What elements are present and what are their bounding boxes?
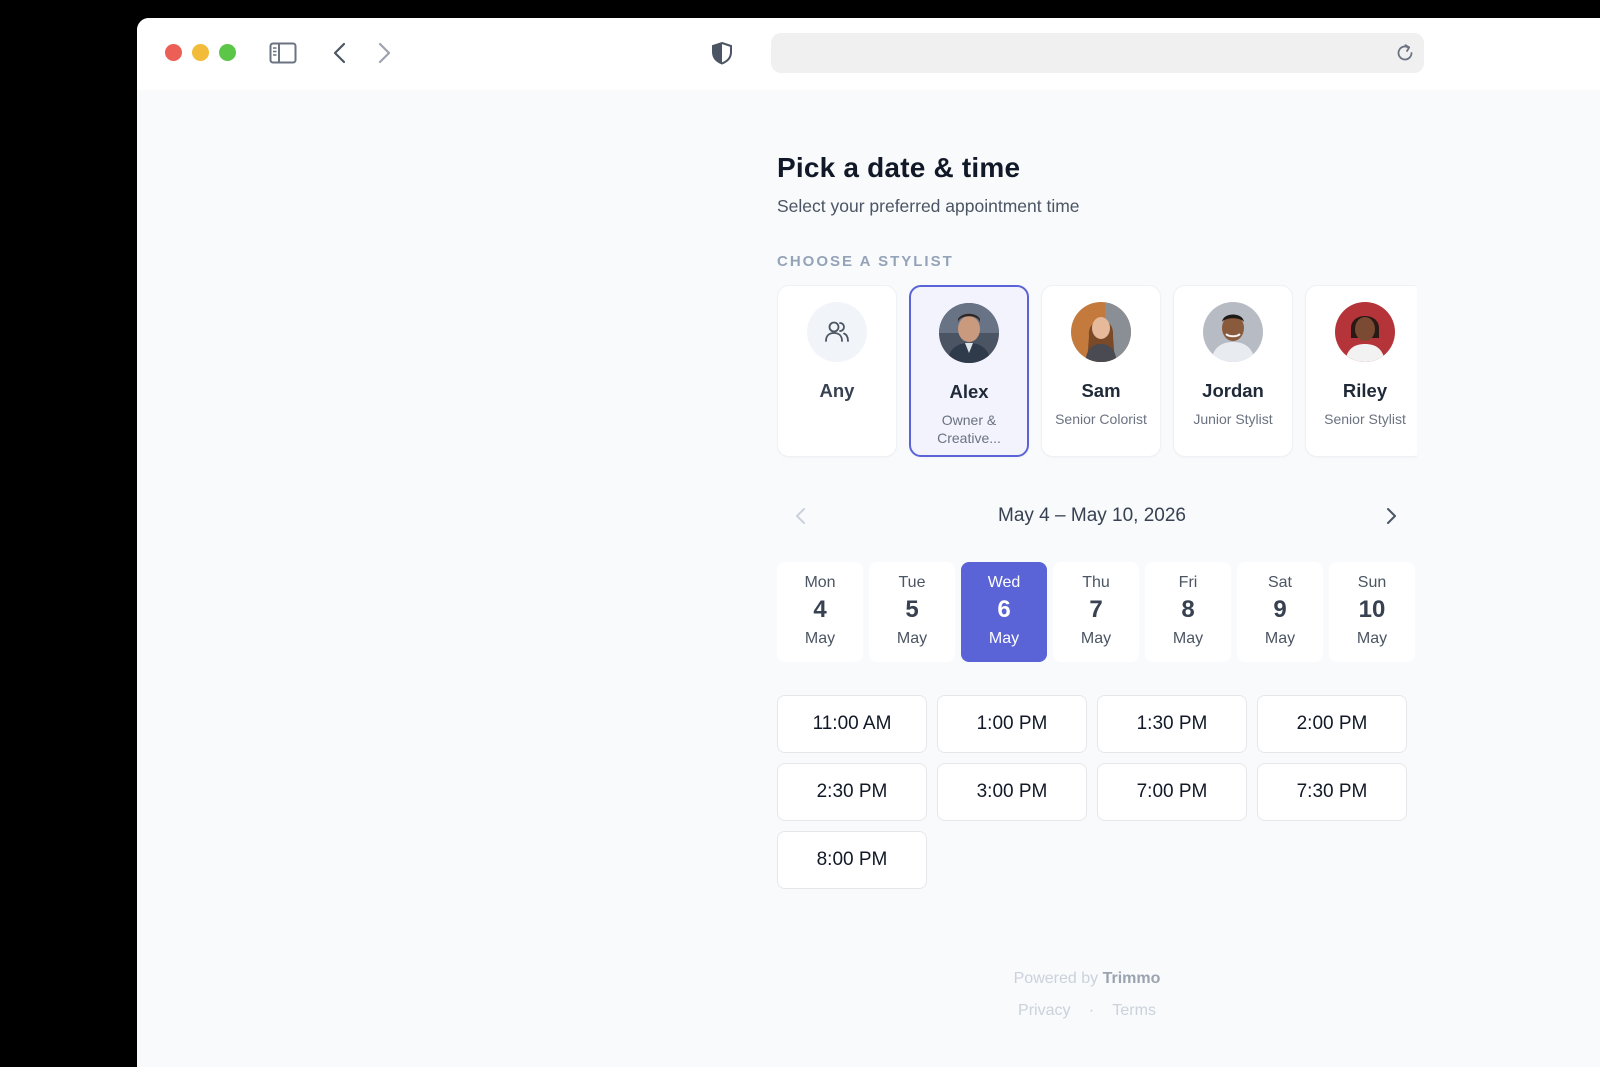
- day-month: May: [988, 630, 1020, 647]
- close-window-button[interactable]: [165, 44, 182, 61]
- day-month: May: [1264, 630, 1296, 647]
- time-slot-button[interactable]: 3:00 PM: [937, 763, 1087, 821]
- stylist-card-any[interactable]: Any: [777, 285, 897, 457]
- minimize-window-button[interactable]: [192, 44, 209, 61]
- booking-page: Pick a date & time Select your preferred…: [137, 90, 1600, 1067]
- day-month: May: [1172, 630, 1204, 647]
- browser-window: Pick a date & time Select your preferred…: [137, 18, 1600, 1067]
- stylist-name: Alex: [949, 381, 989, 402]
- stylist-list: Any Alex Owner & Creative... Sam Senior …: [777, 285, 1417, 461]
- stylist-name: Jordan: [1202, 380, 1264, 401]
- day-month: May: [1356, 630, 1388, 647]
- time-slot-button[interactable]: 2:30 PM: [777, 763, 927, 821]
- day-thu[interactable]: Thu 7 May: [1053, 562, 1139, 662]
- footer-links: Privacy · Terms: [137, 1002, 1600, 1020]
- users-icon: [807, 302, 867, 362]
- stylist-name: Any: [819, 380, 855, 401]
- avatar: [1203, 302, 1263, 362]
- maximize-window-button[interactable]: [219, 44, 236, 61]
- page-subtitle: Select your preferred appointment time: [777, 196, 1080, 216]
- privacy-link[interactable]: Privacy: [1018, 1002, 1070, 1019]
- stylist-role: Senior Colorist: [1055, 411, 1147, 427]
- reload-icon[interactable]: [1394, 42, 1416, 64]
- shield-icon[interactable]: [707, 38, 737, 68]
- day-sun[interactable]: Sun 10 May: [1329, 562, 1415, 662]
- day-sat[interactable]: Sat 9 May: [1237, 562, 1323, 662]
- stylist-card-alex[interactable]: Alex Owner & Creative...: [909, 285, 1029, 457]
- day-number: 6: [997, 596, 1011, 623]
- day-name: Sat: [1267, 574, 1292, 591]
- day-number: 7: [1089, 596, 1103, 623]
- time-slot-button[interactable]: 8:00 PM: [777, 831, 927, 889]
- time-slot-button[interactable]: 11:00 AM: [777, 695, 927, 753]
- day-wed[interactable]: Wed 6 May: [961, 562, 1047, 662]
- address-bar[interactable]: [771, 33, 1424, 73]
- time-slot-button[interactable]: 1:00 PM: [937, 695, 1087, 753]
- week-range-label: May 4 – May 10, 2026: [998, 505, 1186, 526]
- time-slot-button[interactable]: 7:00 PM: [1097, 763, 1247, 821]
- time-slot-grid: 11:00 AM 1:00 PM 1:30 PM 2:00 PM 2:30 PM…: [777, 695, 1407, 889]
- sidebar-icon[interactable]: [268, 38, 298, 68]
- footer-separator: ·: [1088, 1002, 1095, 1019]
- avatar: [1071, 302, 1131, 362]
- day-month: May: [1080, 630, 1112, 647]
- stylist-card-riley[interactable]: Riley Senior Stylist: [1305, 285, 1417, 457]
- stylist-section-label: CHOOSE A STYLIST: [777, 253, 954, 270]
- stylist-card-jordan[interactable]: Jordan Junior Stylist: [1173, 285, 1293, 457]
- day-number: 9: [1273, 596, 1287, 623]
- page-title: Pick a date & time: [777, 152, 1021, 183]
- avatar: [1335, 302, 1395, 362]
- day-name: Tue: [898, 574, 926, 591]
- day-name: Fri: [1178, 574, 1198, 591]
- day-name: Thu: [1082, 574, 1110, 591]
- day-picker: Mon 4 May Tue 5 May Wed 6 May Thu 7 May …: [777, 562, 1415, 662]
- chevron-right-icon[interactable]: [1379, 504, 1403, 528]
- day-name: Wed: [987, 574, 1021, 591]
- stylist-role: Senior Stylist: [1324, 411, 1406, 427]
- day-tue[interactable]: Tue 5 May: [869, 562, 955, 662]
- avatar: [939, 303, 999, 363]
- day-name: Sun: [1357, 574, 1387, 591]
- day-number: 5: [905, 596, 919, 623]
- powered-by-prefix: Powered by: [1013, 970, 1099, 987]
- stylist-name: Sam: [1081, 380, 1121, 401]
- day-name: Mon: [804, 574, 836, 591]
- chevron-left-icon[interactable]: [325, 38, 355, 68]
- day-month: May: [804, 630, 836, 647]
- powered-by: Powered by Trimmo: [137, 970, 1600, 988]
- day-month: May: [896, 630, 928, 647]
- day-number: 8: [1181, 596, 1195, 623]
- day-number: 10: [1358, 596, 1386, 623]
- stylist-name: Riley: [1342, 380, 1388, 401]
- brand-link[interactable]: Trimmo: [1103, 970, 1161, 987]
- stylist-role: Owner & Creative...: [937, 412, 1001, 446]
- day-number: 4: [813, 596, 827, 623]
- stylist-role: Junior Stylist: [1193, 411, 1273, 427]
- week-navigator: May 4 – May 10, 2026: [777, 488, 1407, 548]
- time-slot-button[interactable]: 1:30 PM: [1097, 695, 1247, 753]
- stylist-card-sam[interactable]: Sam Senior Colorist: [1041, 285, 1161, 457]
- browser-toolbar: [137, 18, 1600, 90]
- day-mon[interactable]: Mon 4 May: [777, 562, 863, 662]
- time-slot-button[interactable]: 7:30 PM: [1257, 763, 1407, 821]
- day-fri[interactable]: Fri 8 May: [1145, 562, 1231, 662]
- terms-link[interactable]: Terms: [1112, 1002, 1156, 1019]
- time-slot-button[interactable]: 2:00 PM: [1257, 695, 1407, 753]
- chevron-right-icon[interactable]: [369, 38, 399, 68]
